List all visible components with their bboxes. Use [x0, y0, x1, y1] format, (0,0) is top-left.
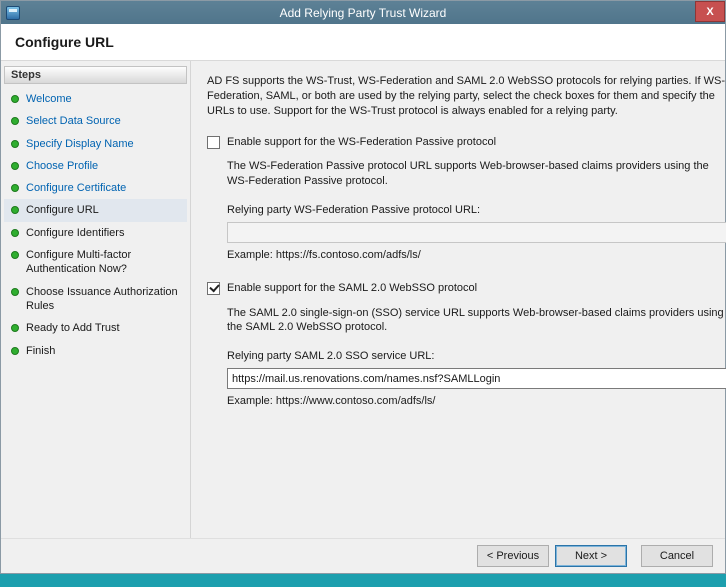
steps-header: Steps — [4, 66, 187, 84]
step-bullet-icon — [11, 95, 19, 103]
step-label: Configure Multi-factor Authentication No… — [26, 249, 132, 276]
step-bullet-icon — [11, 117, 19, 126]
close-button[interactable]: X — [695, 1, 725, 22]
step-select-data-source[interactable]: Select Data Source — [4, 110, 187, 132]
saml-checkbox-label[interactable]: Enable support for the SAML 2.0 WebSSO p… — [227, 281, 477, 296]
step-bullet-icon — [11, 161, 19, 170]
saml-checkbox[interactable] — [207, 281, 220, 295]
heading-bar: Configure URL — [1, 24, 725, 61]
saml-url-input[interactable] — [227, 368, 726, 390]
step-finish[interactable]: Finish — [4, 340, 187, 362]
saml-url-label: Relying party SAML 2.0 SSO service URL: — [227, 350, 435, 363]
intro-text: AD FS supports the WS-Trust, WS-Federati… — [207, 75, 725, 117]
step-label: Select Data Source — [26, 115, 121, 128]
step-label: Welcome — [26, 93, 72, 105]
window-title: Add Relying Party Trust Wizard — [279, 5, 447, 20]
step-bullet-icon — [11, 324, 19, 333]
step-choose-profile[interactable]: Choose Profile — [4, 155, 187, 177]
titlebar[interactable]: Add Relying Party Trust Wizard X — [1, 1, 725, 24]
saml-checkbox-row[interactable]: Enable support for the SAML 2.0 WebSSO p… — [207, 281, 726, 296]
footer-bar: < Previous Next > Cancel — [1, 538, 725, 573]
saml-description: The SAML 2.0 single-sign-on (SSO) servic… — [227, 306, 724, 334]
step-bullet-icon — [11, 184, 19, 193]
steps-sidebar: Steps Welcome Select Data Source Specify… — [1, 61, 191, 538]
content-pane: AD FS supports the WS-Trust, WS-Federati… — [191, 61, 726, 538]
wsfed-url-label: Relying party WS-Federation Passive prot… — [227, 204, 481, 217]
step-configure-identifiers[interactable]: Configure Identifiers — [4, 222, 187, 244]
step-specify-display-name[interactable]: Specify Display Name — [4, 133, 187, 155]
step-label: Configure Identifiers — [26, 226, 125, 239]
wsfed-checkbox-label[interactable]: Enable support for the WS-Federation Pas… — [227, 135, 496, 150]
step-label: Configure Certificate — [26, 182, 127, 195]
step-bullet-icon — [11, 251, 19, 260]
previous-button[interactable]: < Previous — [477, 545, 549, 567]
wsfed-checkbox[interactable] — [207, 135, 220, 149]
saml-example-text: Example: https://www.contoso.com/adfs/ls… — [227, 395, 436, 408]
step-label: Specify Display Name — [26, 137, 134, 150]
step-label: Finish — [26, 344, 56, 357]
step-label: Configure URL — [26, 204, 99, 217]
cancel-button[interactable]: Cancel — [641, 545, 713, 567]
wsfed-example-text: Example: https://fs.contoso.com/adfs/ls/ — [227, 248, 421, 261]
step-configure-certificate[interactable]: Configure Certificate — [4, 177, 187, 199]
wizard-dialog: Add Relying Party Trust Wizard X Configu… — [0, 0, 726, 574]
wsfed-url-input[interactable] — [227, 221, 726, 243]
step-bullet-icon — [11, 346, 19, 355]
step-configure-mfa[interactable]: Configure Multi-factor Authentication No… — [4, 244, 187, 281]
step-label: Choose Issuance Authorization Rules — [26, 285, 178, 312]
step-bullet-icon — [11, 228, 19, 237]
next-button[interactable]: Next > — [555, 545, 627, 567]
step-label: Choose Profile — [26, 159, 99, 172]
step-bullet-icon — [11, 287, 19, 296]
step-bullet-icon — [11, 206, 19, 215]
step-configure-url[interactable]: Configure URL — [4, 199, 187, 222]
step-choose-issuance-rules[interactable]: Choose Issuance Authorization Rules — [4, 281, 187, 318]
step-welcome[interactable]: Welcome — [4, 88, 187, 110]
step-ready-to-add-trust[interactable]: Ready to Add Trust — [4, 317, 187, 339]
step-bullet-icon — [11, 139, 19, 148]
wsfed-checkbox-row[interactable]: Enable support for the WS-Federation Pas… — [207, 135, 726, 150]
page-title: Configure URL — [15, 34, 114, 50]
wsfed-description: The WS-Federation Passive protocol URL s… — [227, 160, 709, 188]
step-label: Ready to Add Trust — [26, 322, 120, 335]
